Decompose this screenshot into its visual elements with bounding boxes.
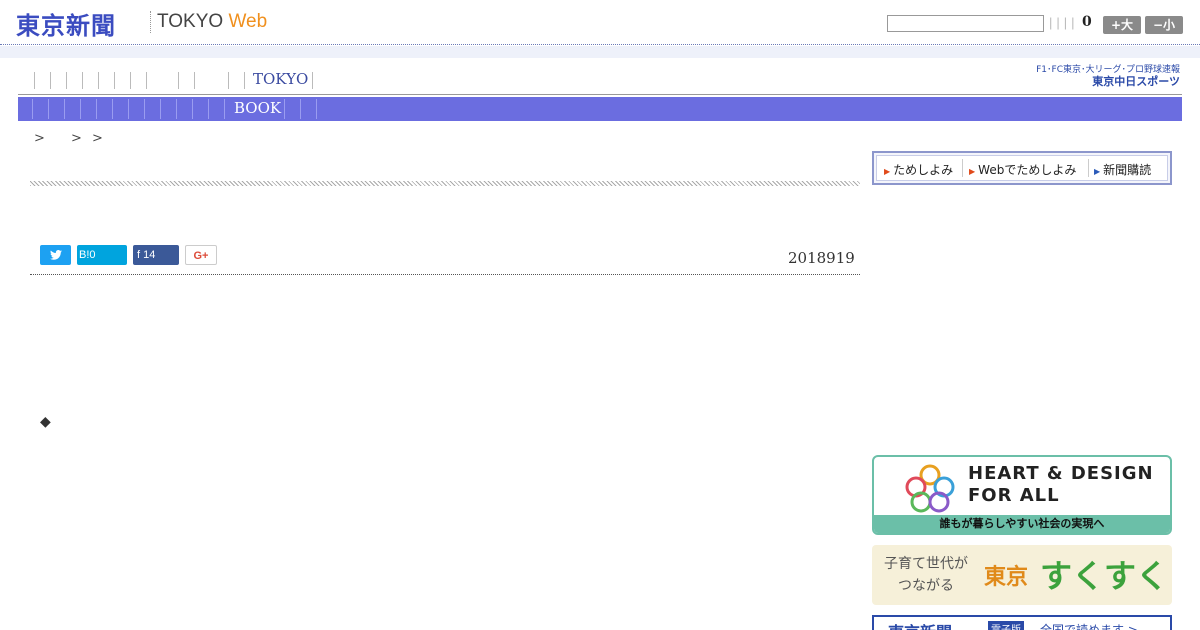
nav-underline (18, 94, 1182, 95)
nav-separator (244, 72, 245, 89)
sports-link-title: 東京中日スポーツ (1092, 75, 1180, 88)
hatena-bookmark-button[interactable]: B!0 (77, 245, 127, 265)
font-size-large-button[interactable]: +大 (1103, 16, 1141, 34)
nav-separator (98, 72, 99, 89)
primary-nav: TOKYO (18, 70, 858, 92)
nav-separator (208, 99, 209, 119)
article-header-rule (30, 274, 860, 275)
header-mini-links[interactable]: |||| (1049, 15, 1079, 30)
nav-separator (64, 99, 65, 119)
nav-separator (144, 99, 145, 119)
heart-title-line2: FOR ALL (968, 485, 1060, 506)
nav-separator (228, 72, 229, 89)
article-title-rule (30, 181, 860, 186)
nav-item-book[interactable]: BOOK (234, 99, 281, 117)
nav-separator (284, 99, 285, 119)
subscription-box: ▶ ためしよみ ▶ Webでためしよみ ▶ 新聞購読 (872, 151, 1172, 185)
web-trial-read-label: Webでためしよみ (978, 163, 1077, 177)
flower-logo-icon (905, 464, 955, 513)
font-size-small-button[interactable]: −小 (1145, 16, 1183, 34)
nav-separator (66, 72, 67, 89)
subscription-divider (962, 159, 963, 177)
nav-separator (50, 72, 51, 89)
arrow-right-icon: ▶ (1094, 167, 1101, 176)
trial-read-label: ためしよみ (893, 163, 954, 177)
nav-separator (316, 99, 317, 119)
heart-design-banner[interactable]: HEART & DESIGN FOR ALL 誰もが暮らしやすい社会の実現へ (872, 455, 1172, 535)
nav-separator (80, 99, 81, 119)
nav-separator (128, 99, 129, 119)
nav-separator (224, 99, 225, 119)
digital-edition-tag: 電子版 (988, 621, 1024, 630)
sukusuku-brand: すくすく (1040, 557, 1169, 595)
sukusuku-tokyo: 東京 (984, 565, 1029, 590)
nav-separator (112, 99, 113, 119)
twitter-share-button[interactable] (40, 245, 71, 265)
web-trial-read-link[interactable]: ▶ Webでためしよみ (969, 161, 1076, 178)
article-bullet: ◆ (40, 414, 51, 430)
heart-title-line1: HEART & DESIGN (968, 463, 1154, 484)
nav-separator (130, 72, 131, 89)
nav-separator (178, 72, 179, 89)
digital-edition-banner[interactable]: 東京新聞 電子版 全国で読めます > (872, 615, 1172, 630)
digital-edition-text: 全国で読めます > (1040, 623, 1138, 630)
header-band (0, 46, 1200, 58)
arrow-right-icon: ▶ (884, 167, 891, 176)
nav-item-tokyo[interactable]: TOKYO (253, 70, 308, 88)
nav-separator (82, 72, 83, 89)
nav-separator (96, 99, 97, 119)
subscribe-link[interactable]: ▶ 新聞購読 (1094, 161, 1151, 178)
nav-separator (192, 99, 193, 119)
search-input[interactable] (887, 15, 1044, 32)
nav-separator (114, 72, 115, 89)
counter-value: 0 (1082, 14, 1092, 30)
chunichi-sports-link[interactable]: F1･FC東京･大リーグ･プロ野球速報 東京中日スポーツ (1020, 64, 1180, 88)
secondary-nav: BOOK (18, 97, 1182, 121)
nav-separator (312, 72, 313, 89)
heart-design-title: HEART & DESIGN FOR ALL (968, 463, 1154, 507)
header: 東京新聞 TOKYO Web |||| 0 +大 −小 (0, 0, 1200, 46)
logo-divider (150, 11, 151, 33)
googleplus-share-button[interactable]: G+ (185, 245, 217, 265)
nav-separator (146, 72, 147, 89)
sukusuku-line2: つながる (898, 578, 954, 594)
article-date: 2018919 (788, 249, 855, 267)
sukusuku-line1: 子育て世代が (884, 556, 968, 572)
sukusuku-banner[interactable]: 子育て世代が つながる 東京 すくすく (872, 545, 1172, 605)
logo-en-prefix: TOKYO (157, 11, 229, 32)
digital-edition-name: 東京新聞 (888, 619, 952, 630)
heart-design-footer: 誰もが暮らしやすい社会の実現へ (874, 515, 1170, 533)
subscription-divider (1088, 159, 1089, 177)
trial-read-link[interactable]: ▶ ためしよみ (884, 161, 953, 178)
nav-separator (194, 72, 195, 89)
logo-en-web: Web (228, 11, 268, 32)
sukusuku-tagline: 子育て世代が つながる (884, 553, 968, 597)
nav-separator (34, 72, 35, 89)
nav-separator (160, 99, 161, 119)
header-divider (0, 44, 1200, 45)
tokyo-web-logo[interactable]: TOKYO Web (157, 11, 267, 33)
nav-separator (176, 99, 177, 119)
arrow-right-icon: ▶ (969, 167, 976, 176)
facebook-share-button[interactable]: f 14 (133, 245, 179, 265)
nav-separator (32, 99, 33, 119)
breadcrumb[interactable]: > > > (34, 127, 106, 146)
twitter-icon (49, 250, 62, 260)
subscribe-label: 新聞購読 (1103, 163, 1152, 177)
nav-separator (48, 99, 49, 119)
nav-separator (300, 99, 301, 119)
site-logo[interactable]: 東京新聞 (16, 6, 116, 41)
